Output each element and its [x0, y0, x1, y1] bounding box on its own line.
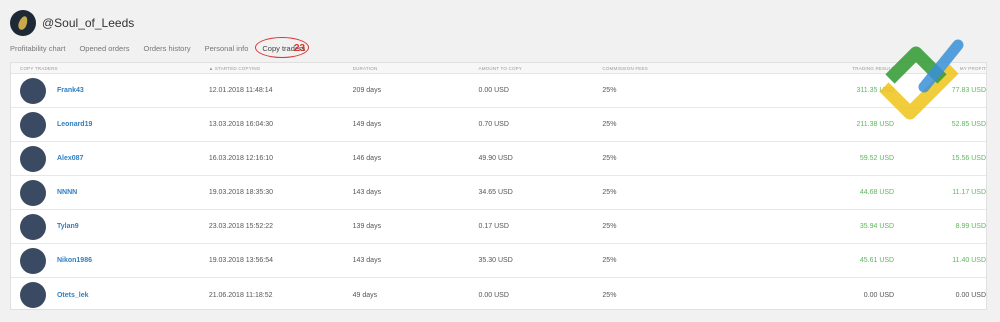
- trader-name[interactable]: Otets_lek: [57, 292, 209, 299]
- avatar[interactable]: [20, 77, 46, 104]
- col-header-trader[interactable]: COPY TRADERS: [11, 66, 209, 71]
- col-header-amount[interactable]: AMOUNT TO COPY: [479, 66, 603, 71]
- trading-result: 45.61 USD: [859, 257, 895, 264]
- trading-result: 35.94 USD: [859, 223, 895, 230]
- commission-fee: 25%: [602, 223, 617, 230]
- started-date: 19.03.2018 18:35:30: [208, 189, 274, 196]
- my-profit: 8.99 USD: [955, 223, 987, 230]
- started-date: 23.03.2018 15:52:22: [208, 223, 274, 230]
- avatar[interactable]: [20, 282, 46, 308]
- table-header: COPY TRADERS ▲ STARTED COPYING DURATION …: [11, 63, 986, 74]
- brand-logo-icon: [879, 39, 964, 120]
- copy-traders-table: COPY TRADERS ▲ STARTED COPYING DURATION …: [10, 62, 987, 310]
- commission-fee: 25%: [602, 121, 617, 128]
- started-date: 21.06.2018 11:18:52: [208, 291, 273, 299]
- started-date: 19.03.2018 13:56:54: [208, 257, 274, 264]
- trader-name[interactable]: Tylan9: [57, 223, 209, 230]
- avatar[interactable]: [20, 111, 46, 138]
- duration: 49 days: [352, 291, 378, 299]
- started-date: 12.01.2018 11:48:14: [208, 87, 273, 94]
- profile-username: @Soul_of_Leeds: [42, 16, 135, 30]
- profile-avatar[interactable]: [10, 10, 36, 36]
- col-header-fees[interactable]: COMMISSION FEES: [602, 66, 802, 71]
- started-date: 16.03.2018 12:16:10: [208, 155, 274, 162]
- tab-profitability-chart[interactable]: Profitability chart: [10, 43, 65, 53]
- table-row[interactable]: Tylan9 23.03.2018 15:52:22 139 days 0.17…: [11, 210, 986, 244]
- amount: 0.00 USD: [478, 87, 509, 94]
- duration: 209 days: [352, 87, 382, 94]
- commission-fee: 25%: [602, 189, 617, 196]
- col-header-duration[interactable]: DURATION: [353, 66, 479, 71]
- trading-result: 59.52 USD: [859, 155, 895, 162]
- trader-name[interactable]: Frank43: [57, 87, 209, 94]
- amount: 0.70 USD: [478, 121, 509, 128]
- avatar[interactable]: [20, 179, 46, 206]
- trader-name[interactable]: Leonard19: [57, 121, 209, 128]
- table-row[interactable]: Leonard19 13.03.2018 16:04:30 149 days 0…: [11, 108, 986, 142]
- amount: 0.00 USD: [478, 291, 509, 299]
- avatar[interactable]: [20, 145, 46, 172]
- commission-fee: 25%: [602, 87, 617, 94]
- trader-name[interactable]: NNNN: [57, 189, 209, 196]
- table-row[interactable]: Nikon1986 19.03.2018 13:56:54 143 days 3…: [11, 244, 986, 278]
- table-row[interactable]: NNNN 19.03.2018 18:35:30 143 days 34.65 …: [11, 176, 986, 210]
- commission-fee: 25%: [602, 257, 617, 264]
- commission-fee: 25%: [602, 155, 617, 162]
- trader-name[interactable]: Alex087: [57, 155, 209, 162]
- col-header-started[interactable]: ▲ STARTED COPYING: [209, 66, 353, 71]
- duration: 149 days: [352, 121, 382, 128]
- my-profit: 11.17 USD: [952, 189, 987, 196]
- duration: 143 days: [352, 257, 382, 264]
- avatar[interactable]: [20, 247, 46, 274]
- tab-opened-orders[interactable]: Opened orders: [79, 43, 129, 53]
- amount: 35.30 USD: [478, 257, 513, 264]
- tab-personal-info[interactable]: Personal info: [205, 43, 249, 53]
- started-date: 13.03.2018 16:04:30: [208, 121, 274, 128]
- table-row[interactable]: Alex087 16.03.2018 12:16:10 146 days 49.…: [11, 142, 986, 176]
- duration: 146 days: [352, 155, 382, 162]
- amount: 49.90 USD: [478, 155, 513, 162]
- my-profit: 15.56 USD: [951, 155, 987, 162]
- table-row[interactable]: Frank43 12.01.2018 11:48:14 209 days 0.0…: [11, 74, 986, 108]
- avatar[interactable]: [20, 213, 46, 240]
- trader-name[interactable]: Nikon1986: [57, 257, 209, 264]
- leaf-icon: [16, 15, 30, 31]
- duration: 139 days: [352, 223, 382, 230]
- table-row[interactable]: Otets_lek 21.06.2018 11:18:52 49 days 0.…: [11, 278, 986, 312]
- profile-header: @Soul_of_Leeds: [10, 10, 134, 36]
- duration: 143 days: [352, 189, 382, 196]
- my-profit: 11.40 USD: [952, 257, 987, 264]
- amount: 0.17 USD: [478, 223, 509, 230]
- annotation-number: 23: [294, 43, 306, 54]
- tab-orders-history[interactable]: Orders history: [143, 43, 190, 53]
- profile-tabs: Profitability chart Opened orders Orders…: [10, 37, 310, 58]
- commission-fee: 25%: [602, 291, 617, 299]
- my-profit: 0.00 USD: [955, 291, 987, 299]
- amount: 34.65 USD: [478, 189, 513, 196]
- trading-result: 44.68 USD: [859, 189, 895, 196]
- trading-result: 0.00 USD: [863, 291, 895, 299]
